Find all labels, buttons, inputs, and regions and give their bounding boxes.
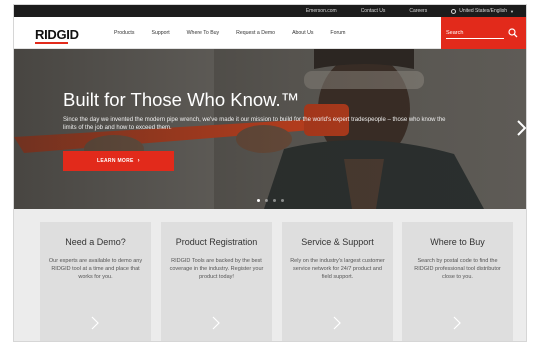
search-icon — [508, 28, 518, 38]
carousel-dot[interactable] — [273, 199, 276, 202]
chevron-right-icon — [333, 316, 341, 330]
nav-forum[interactable]: Forum — [330, 30, 345, 36]
main-nav: Products Support Where To Buy Request a … — [114, 17, 362, 49]
utility-link-careers[interactable]: Careers — [409, 8, 427, 14]
carousel-dot[interactable] — [257, 199, 260, 202]
globe-icon — [451, 8, 457, 14]
locale-label: United States/English — [459, 8, 508, 14]
carousel-dot[interactable] — [265, 199, 268, 202]
card-service-support[interactable]: Service & Support Rely on the industry's… — [282, 222, 393, 341]
hero-banner: Built for Those Who Know.™ Since the day… — [14, 49, 526, 209]
nav-request-demo[interactable]: Request a Demo — [236, 30, 275, 36]
card-title: Need a Demo? — [65, 237, 126, 247]
chevron-right-icon — [91, 316, 99, 330]
caret-down-icon: ▼ — [510, 8, 514, 14]
carousel-dots — [257, 199, 284, 202]
card-title: Product Registration — [175, 237, 258, 247]
card-body: Our experts are available to demo any RI… — [48, 258, 143, 280]
utility-link-emerson[interactable]: Emerson.com — [306, 8, 337, 14]
card-body: RIDGID Tools are backed by the best cove… — [169, 258, 264, 280]
card-body: Search by postal code to find the RIDGID… — [414, 258, 501, 280]
utility-bar: Emerson.com Contact Us Careers United St… — [14, 5, 526, 17]
card-title: Service & Support — [301, 237, 374, 247]
card-body: Rely on the industry's largest customer … — [290, 258, 385, 280]
card-need-demo[interactable]: Need a Demo? Our experts are available t… — [40, 222, 151, 341]
chevron-right-icon — [453, 316, 461, 330]
carousel-dot[interactable] — [281, 199, 284, 202]
hero-subtitle: Since the day we invented the modern pip… — [63, 117, 446, 131]
search-box — [441, 17, 526, 49]
learn-more-label: LEARN MORE — [97, 158, 134, 164]
nav-where-to-buy[interactable]: Where To Buy — [187, 30, 219, 36]
hero-title: Built for Those Who Know.™ — [63, 89, 300, 110]
logo-underline — [35, 42, 68, 44]
nav-about-us[interactable]: About Us — [292, 30, 313, 36]
main-header: RIDGID Products Support Where To Buy Req… — [14, 17, 526, 49]
card-title: Where to Buy — [430, 237, 485, 247]
nav-products[interactable]: Products — [114, 30, 134, 36]
card-product-registration[interactable]: Product Registration RIDGID Tools are ba… — [161, 222, 272, 341]
chevron-right-icon — [212, 316, 220, 330]
utility-link-contact[interactable]: Contact Us — [361, 8, 386, 14]
feature-cards: Need a Demo? Our experts are available t… — [14, 209, 526, 341]
search-input[interactable] — [446, 28, 504, 39]
card-where-to-buy[interactable]: Where to Buy Search by postal code to fi… — [402, 222, 513, 341]
ridgid-logo[interactable]: RIDGID — [35, 27, 79, 42]
chevron-right-icon — [517, 120, 526, 136]
nav-support[interactable]: Support — [151, 30, 169, 36]
search-button[interactable] — [507, 27, 519, 39]
learn-more-button[interactable]: LEARN MORE › — [63, 151, 174, 171]
chevron-right-icon: › — [137, 158, 140, 164]
carousel-next-button[interactable] — [508, 117, 526, 137]
page-frame: Emerson.com Contact Us Careers United St… — [13, 4, 527, 342]
locale-selector[interactable]: United States/English ▼ — [451, 8, 514, 14]
